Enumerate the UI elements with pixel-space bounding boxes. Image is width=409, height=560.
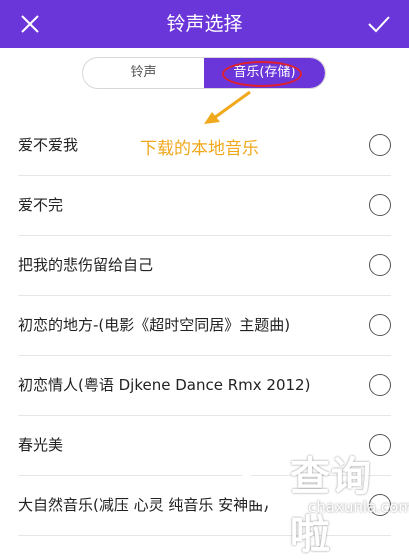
song-title: 初恋情人(粤语 Djkene Dance Rmx 2012) <box>18 376 311 394</box>
list-item[interactable]: 爱不爱我 <box>18 116 391 176</box>
radio-button[interactable] <box>369 254 391 276</box>
radio-button[interactable] <box>369 134 391 156</box>
watermark-sub: chaxunla.com <box>308 498 409 516</box>
song-title: 大自然音乐(减压 心灵 纯音乐 安神曲) <box>18 496 270 514</box>
song-title: 爱不爱我 <box>18 136 79 154</box>
song-title: 初恋的地方-(电影《超时空同居》主题曲) <box>18 316 291 334</box>
radio-button[interactable] <box>369 374 391 396</box>
check-icon <box>368 16 390 33</box>
song-title: 把我的悲伤留给自己 <box>18 256 154 274</box>
list-item[interactable]: 把我的悲伤留给自己 <box>18 236 391 296</box>
watermark-logo: 查询啦 chaxunla.com <box>234 436 409 558</box>
list-item[interactable]: 爱不完 <box>18 176 391 236</box>
highlight-oval <box>222 61 302 87</box>
page-title: 铃声选择 <box>166 13 243 35</box>
song-title: 爱不完 <box>18 196 64 214</box>
tab-ringtone[interactable]: 铃声 <box>83 58 204 88</box>
radio-button[interactable] <box>369 194 391 216</box>
list-item[interactable]: 初恋情人(粤语 Djkene Dance Rmx 2012) <box>18 356 391 416</box>
song-title: 春光美 <box>18 436 64 454</box>
title-bar: 铃声选择 <box>0 0 409 48</box>
list-item[interactable]: 初恋的地方-(电影《超时空同居》主题曲) <box>18 296 391 356</box>
confirm-button[interactable] <box>355 0 403 48</box>
radio-button[interactable] <box>369 314 391 336</box>
